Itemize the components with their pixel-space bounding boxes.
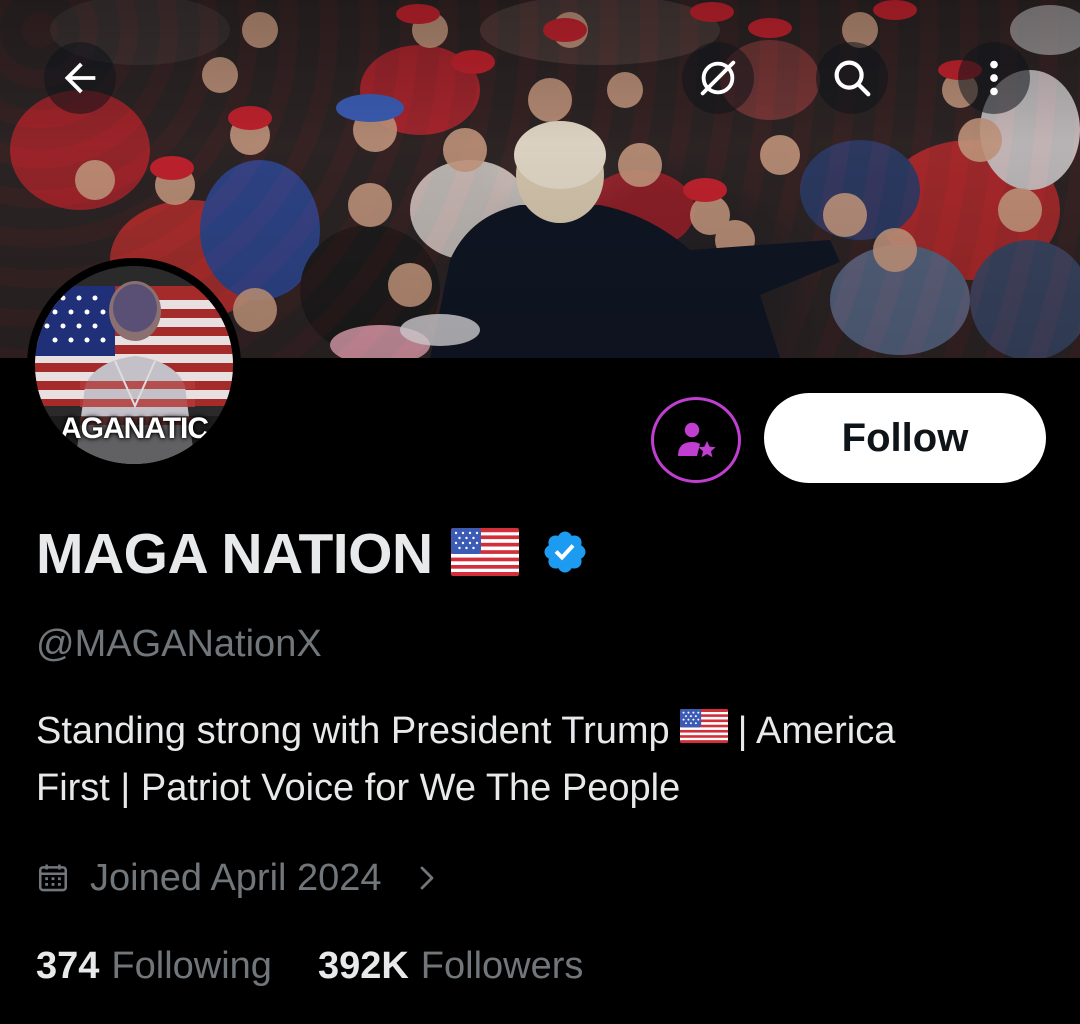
verified-badge-icon[interactable] xyxy=(541,528,589,581)
bio-line: First | Patriot Voice for We The People xyxy=(36,760,1046,817)
avatar-image: AGANATIC xyxy=(35,266,233,464)
profile-name-row: MAGA NATION xyxy=(36,516,589,592)
following-count: 374 xyxy=(36,944,100,987)
arrow-left-icon xyxy=(64,62,96,94)
person-star-icon xyxy=(678,422,716,458)
us-flag-icon xyxy=(450,527,519,581)
avatar-text: AGANATIC xyxy=(59,412,209,445)
more-options-button[interactable] xyxy=(958,42,1030,114)
bio-text: | America xyxy=(737,710,896,752)
bio-text: Standing strong with President Trump xyxy=(36,710,670,752)
followers-count: 392K xyxy=(317,944,409,987)
chevron-right-icon xyxy=(420,866,433,890)
search-icon xyxy=(834,60,871,97)
calendar-icon xyxy=(38,864,68,892)
following-label: Following xyxy=(111,944,272,987)
followers-label: Followers xyxy=(420,944,584,987)
back-button[interactable] xyxy=(44,42,116,114)
joined-date-row[interactable]: Joined April 2024 xyxy=(36,852,440,904)
display-name: MAGA NATION xyxy=(36,522,433,586)
joined-date: Joined April 2024 xyxy=(90,856,382,899)
follow-stats: 374 Following 392K Followers xyxy=(36,940,583,992)
profile-handle: @MAGANationX xyxy=(36,623,322,665)
profile-bio: Standing strong with President Trump | A… xyxy=(36,703,1046,817)
bio-line: Standing strong with President Trump | A… xyxy=(36,703,1046,760)
grok-slash-circle-icon xyxy=(700,60,736,96)
following-link[interactable]: 374 Following xyxy=(36,945,272,988)
us-flag-icon xyxy=(679,703,728,760)
bio-text: First | Patriot Voice for We The People xyxy=(36,767,681,809)
follow-button[interactable]: Follow xyxy=(764,393,1046,483)
profile-avatar[interactable]: AGANATIC xyxy=(27,258,241,472)
followers-link[interactable]: 392K Followers xyxy=(318,945,583,988)
grok-button[interactable] xyxy=(682,42,754,114)
subscribe-button[interactable] xyxy=(651,397,741,483)
more-vertical-icon xyxy=(990,60,998,96)
search-button[interactable] xyxy=(816,42,888,114)
